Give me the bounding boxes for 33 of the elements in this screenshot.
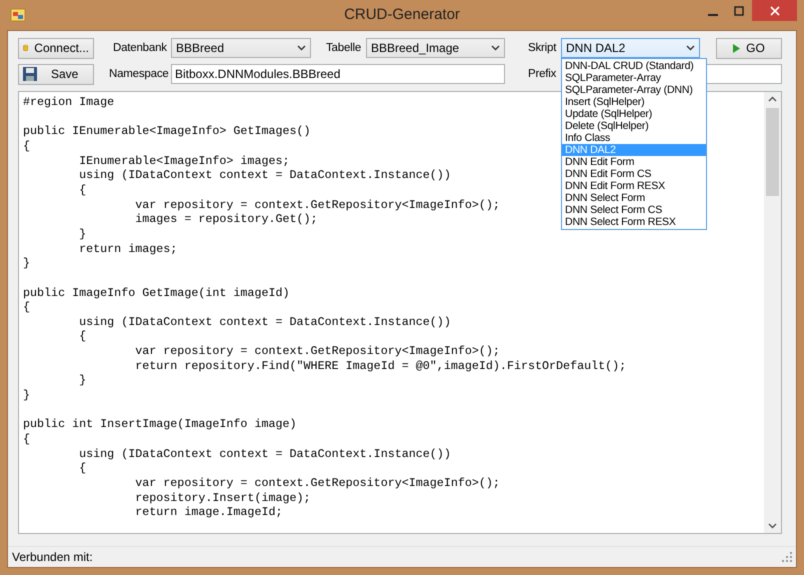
code-line: public IEnumerable<ImageInfo> GetImages() xyxy=(23,124,311,139)
code-line: { xyxy=(23,432,30,447)
code-line: var repository = context.GetRepository<ImageInfo>(); xyxy=(134,344,500,359)
code-line: public int InsertImage(ImageInfo image) xyxy=(23,417,297,432)
field-label: Skript xyxy=(527,42,558,54)
window-title: CRUD-Generator xyxy=(344,6,460,23)
code-line: return repository.Find("WHERE ImageId = @0",imageId).FirstOrDefault(); xyxy=(134,358,626,374)
code-line: repository.Insert(image); xyxy=(134,490,311,506)
status-text: Verbunden mit: xyxy=(12,550,93,564)
code-line: using (IDataContext context = DataContext.Instance()) xyxy=(78,446,451,462)
code-line: using (IDataContext context = DataContext.Instance()) xyxy=(78,314,451,330)
code-line: return image.ImageId; xyxy=(134,505,283,520)
code-line: } xyxy=(78,373,86,388)
code-line: public ImageInfo GetImage(int imageId) xyxy=(23,286,290,300)
code-line: } xyxy=(23,256,30,271)
code-line: #region Image xyxy=(23,95,114,110)
field-label: Namespace xyxy=(108,68,170,80)
field-label: Tabelle xyxy=(325,42,362,54)
code-line: { xyxy=(78,461,86,476)
code-line: { xyxy=(78,182,86,198)
code-line: } xyxy=(78,226,86,242)
code-line: { xyxy=(23,300,30,315)
code-line: } xyxy=(23,388,30,403)
code-line: { xyxy=(78,329,86,344)
code-line: { xyxy=(23,138,30,154)
field-label: Datenbank xyxy=(112,42,168,54)
code-line: var repository = context.GetRepository<ImageInfo>(); xyxy=(134,476,500,491)
code-line: using (IDataContext context = DataContext.Instance()) xyxy=(78,168,451,183)
code-line: IEnumerable<ImageInfo> images; xyxy=(78,154,290,168)
code-line: return images; xyxy=(78,242,178,256)
code-line: var repository = context.GetRepository<ImageInfo>(); xyxy=(134,198,500,212)
code-line: images = repository.Get(); xyxy=(134,212,318,227)
field-label: Prefix xyxy=(527,68,558,80)
